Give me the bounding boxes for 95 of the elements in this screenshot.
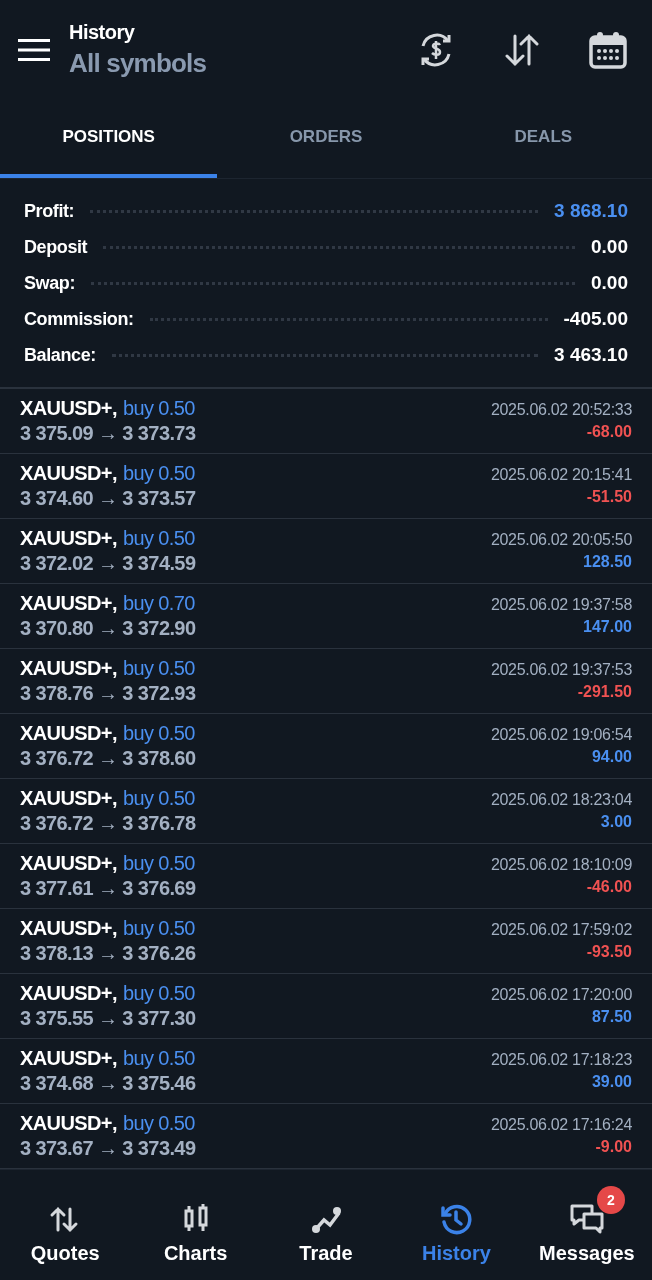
timestamp: 2025.06.02 19:37:53 <box>490 661 632 679</box>
price-range: 3 375.55 → 3 377.30 <box>20 1007 197 1030</box>
screen-title: History <box>69 21 136 44</box>
position-row[interactable]: XAUUSD+, buy 0.50 3 373.67 → 3 373.49 2025.06.02 17:16:24 -9.00 <box>0 1104 652 1169</box>
nav-tab[interactable]: Trade <box>260 1185 392 1265</box>
symbol-label: XAUUSD+, <box>20 722 117 745</box>
timestamp: 2025.06.02 19:06:54 <box>490 726 632 744</box>
symbol-label: XAUUSD+, <box>20 462 117 485</box>
summary-label: Commission: <box>24 308 134 330</box>
symbol-label: XAUUSD+, <box>20 1047 117 1070</box>
symbol-label: XAUUSD+, <box>20 787 117 810</box>
nav-tab[interactable]: History <box>391 1185 522 1265</box>
timestamp: 2025.06.02 17:59:02 <box>490 921 632 939</box>
tab[interactable]: DEALS <box>434 100 652 178</box>
symbol-label: XAUUSD+, <box>20 852 117 875</box>
timestamp: 2025.06.02 17:18:23 <box>490 1051 632 1069</box>
position-row[interactable]: XAUUSD+, buy 0.50 3 372.02 → 3 374.59 2025.06.02 20:05:50 128.50 <box>0 519 652 584</box>
price-range: 3 374.60 → 3 373.57 <box>20 487 197 510</box>
timestamp: 2025.06.02 20:05:50 <box>490 531 632 549</box>
trade-label: buy 0.50 <box>122 1112 195 1135</box>
price-range: 3 372.02 → 3 374.59 <box>20 552 197 575</box>
position-row[interactable]: XAUUSD+, buy 0.50 3 375.09 → 3 373.73 2025.06.02 20:52:33 -68.00 <box>0 389 652 454</box>
menu-icon[interactable] <box>18 38 50 62</box>
calendar-icon[interactable] <box>588 30 628 70</box>
position-row[interactable]: XAUUSD+, buy 0.50 3 376.72 → 3 376.78 2025.06.02 18:23:04 3.00 <box>0 779 652 844</box>
symbol-label: XAUUSD+, <box>20 527 117 550</box>
profit-value: 39.00 <box>591 1073 632 1091</box>
tab[interactable]: POSITIONS <box>0 100 218 178</box>
price-range: 3 375.09 → 3 373.73 <box>20 422 197 445</box>
profit-value: -51.50 <box>586 488 632 506</box>
summary-label: Profit: <box>24 200 75 222</box>
position-row[interactable]: XAUUSD+, buy 0.50 3 375.55 → 3 377.30 2025.06.02 17:20:00 87.50 <box>0 974 652 1039</box>
price-range: 3 373.67 → 3 373.49 <box>20 1137 197 1160</box>
price-range: 3 378.76 → 3 372.93 <box>20 682 197 705</box>
profit-value: 3.00 <box>600 813 632 831</box>
trade-label: buy 0.50 <box>122 722 195 745</box>
price-range: 3 376.72 → 3 376.78 <box>20 812 197 835</box>
trade-label: buy 0.50 <box>122 657 195 680</box>
price-range: 3 370.80 → 3 372.90 <box>20 617 197 640</box>
price-range: 3 376.72 → 3 378.60 <box>20 747 197 770</box>
summary-value: 0.00 <box>591 272 628 294</box>
trade-label: buy 0.50 <box>122 787 195 810</box>
profit-value: -291.50 <box>577 683 632 701</box>
position-row[interactable]: XAUUSD+, buy 0.70 3 370.80 → 3 372.90 2025.06.02 19:37:58 147.00 <box>0 584 652 649</box>
price-range: 3 378.13 → 3 376.26 <box>20 942 197 965</box>
symbol-label: XAUUSD+, <box>20 592 117 615</box>
symbol-filter[interactable]: All symbols <box>69 48 370 79</box>
timestamp: 2025.06.02 17:16:24 <box>490 1116 632 1134</box>
trade-label: buy 0.70 <box>122 592 195 615</box>
summary-value: 3 463.10 <box>554 344 628 366</box>
summary-value: 0.00 <box>591 236 628 258</box>
profit-value: -93.50 <box>586 943 632 961</box>
symbol-label: XAUUSD+, <box>20 397 117 420</box>
profit-value: 87.50 <box>591 1008 632 1026</box>
profit-value: 94.00 <box>591 748 632 766</box>
timestamp: 2025.06.02 19:37:58 <box>490 596 632 614</box>
position-row[interactable]: XAUUSD+, buy 0.50 3 374.60 → 3 373.57 2025.06.02 20:15:41 -51.50 <box>0 454 652 519</box>
symbol-label: XAUUSD+, <box>20 917 117 940</box>
notification-badge: 2 <box>596 1185 625 1214</box>
trade-label: buy 0.50 <box>122 982 195 1005</box>
tab[interactable]: ORDERS <box>217 100 435 178</box>
position-row[interactable]: XAUUSD+, buy 0.50 3 374.68 → 3 375.46 2025.06.02 17:18:23 39.00 <box>0 1039 652 1104</box>
trade-label: buy 0.50 <box>122 462 195 485</box>
timestamp: 2025.06.02 20:15:41 <box>490 466 632 484</box>
nav-tab[interactable]: Quotes <box>0 1185 131 1265</box>
symbol-label: XAUUSD+, <box>20 982 117 1005</box>
profit-value: 128.50 <box>583 553 632 571</box>
position-row[interactable]: XAUUSD+, buy 0.50 3 376.72 → 3 378.60 2025.06.02 19:06:54 94.00 <box>0 714 652 779</box>
summary-label: Swap: <box>24 272 75 294</box>
price-range: 3 374.68 → 3 375.46 <box>20 1072 197 1095</box>
timestamp: 2025.06.02 17:20:00 <box>490 986 632 1004</box>
trade-label: buy 0.50 <box>122 1047 195 1070</box>
trade-label: buy 0.50 <box>122 527 195 550</box>
trade-label: buy 0.50 <box>122 917 195 940</box>
symbol-label: XAUUSD+, <box>20 1112 117 1135</box>
trade-label: buy 0.50 <box>122 397 195 420</box>
symbol-label: XAUUSD+, <box>20 657 117 680</box>
position-row[interactable]: XAUUSD+, buy 0.50 3 377.61 → 3 376.69 2025.06.02 18:10:09 -46.00 <box>0 844 652 909</box>
nav-tab[interactable]: Messages 2 <box>521 1185 652 1265</box>
price-range: 3 377.61 → 3 376.69 <box>20 877 197 900</box>
summary-value: -405.00 <box>563 308 628 330</box>
profit-value: -46.00 <box>586 878 632 896</box>
position-row[interactable]: XAUUSD+, buy 0.50 3 378.76 → 3 372.93 2025.06.02 19:37:53 -291.50 <box>0 649 652 714</box>
summary-value: 3 868.10 <box>554 200 628 222</box>
timestamp: 2025.06.02 20:52:33 <box>490 401 632 419</box>
summary-label: Deposit <box>24 236 88 258</box>
timestamp: 2025.06.02 18:10:09 <box>490 856 632 874</box>
summary-label: Balance: <box>24 344 96 366</box>
profit-value: -9.00 <box>595 1138 632 1156</box>
position-row[interactable]: XAUUSD+, buy 0.50 3 378.13 → 3 376.26 2025.06.02 17:59:02 -93.50 <box>0 909 652 974</box>
timestamp: 2025.06.02 18:23:04 <box>490 791 632 809</box>
trade-label: buy 0.50 <box>122 852 195 875</box>
nav-tab[interactable]: Charts <box>130 1185 261 1265</box>
profit-value: 147.00 <box>583 618 632 636</box>
profit-value: -68.00 <box>586 423 632 441</box>
